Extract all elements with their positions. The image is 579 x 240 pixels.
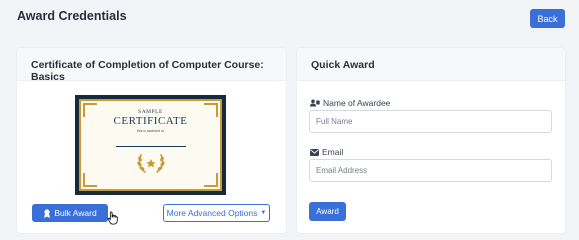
more-advanced-options-dropdown[interactable]: More Advanced Options ▼ <box>163 204 270 222</box>
certificate-corner-ornament <box>83 173 97 187</box>
awardee-name-label-text: Name of Awardee <box>323 98 391 108</box>
certificate-corner-ornament <box>204 103 218 117</box>
award-button[interactable]: Award <box>309 202 346 221</box>
email-address-input[interactable] <box>309 159 552 182</box>
certificate-corner-ornament <box>83 103 97 117</box>
hand-pointer-icon <box>107 211 118 225</box>
certificate-card-title: Certificate of Completion of Computer Co… <box>17 48 286 83</box>
bulk-award-label: Bulk Award <box>54 208 97 218</box>
certificate-card: Certificate of Completion of Computer Co… <box>17 48 286 233</box>
user-badge-icon <box>310 99 320 107</box>
quick-award-card: Quick Award Name of Awardee Email Award <box>297 48 565 233</box>
certificate-preview: SAMPLE CERTIFICATE this is awarded to <box>75 95 226 195</box>
caret-down-icon: ▼ <box>260 210 267 216</box>
email-label-text: Email <box>322 147 344 157</box>
certificate-name-line <box>115 146 186 147</box>
bulk-award-button[interactable]: Bulk Award <box>32 204 108 222</box>
full-name-input[interactable] <box>309 110 552 133</box>
back-button[interactable]: Back <box>530 9 565 28</box>
certificate-paper: SAMPLE CERTIFICATE this is awarded to <box>79 99 222 191</box>
certificate-heading: CERTIFICATE <box>113 115 188 127</box>
quick-award-title: Quick Award <box>297 48 565 81</box>
award-ribbon-icon <box>44 208 51 218</box>
email-label: Email <box>310 147 343 157</box>
laurel-wreath-icon <box>136 154 165 173</box>
page-title: Award Credentials <box>17 9 127 23</box>
more-options-label: More Advanced Options <box>166 208 258 218</box>
awardee-name-label: Name of Awardee <box>310 98 390 108</box>
certificate-subtitle: this is awarded to <box>136 129 165 133</box>
envelope-icon <box>310 148 319 156</box>
certificate-corner-ornament <box>204 173 218 187</box>
